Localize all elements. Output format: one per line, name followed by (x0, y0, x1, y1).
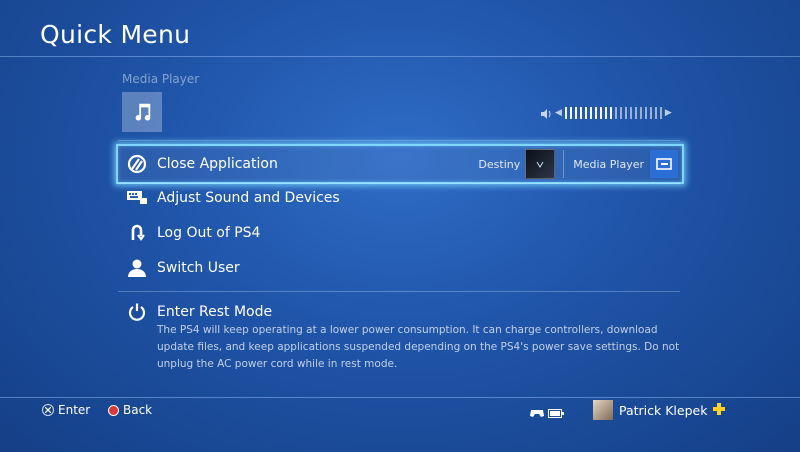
close-application-icon (118, 154, 156, 174)
user-icon (118, 258, 156, 278)
speaker-icon (540, 104, 552, 123)
battery-icon (548, 403, 564, 422)
cross-button-icon (42, 404, 54, 416)
volume-bars (564, 107, 662, 119)
user-profile[interactable]: Patrick Klepek (593, 399, 726, 421)
volume-bar (659, 107, 662, 119)
close-application-label: Close Application (157, 156, 278, 172)
rest-mode-label: Enter Rest Mode (157, 304, 273, 320)
enter-label: Enter (58, 403, 91, 417)
app-name-media-player: Media Player (573, 157, 644, 171)
volume-bar (564, 107, 567, 119)
footer-divider (0, 397, 800, 398)
running-apps: Destiny Media Player (478, 146, 682, 182)
volume-bar (619, 107, 622, 119)
media-player-icon[interactable] (650, 150, 678, 178)
app-name-destiny: Destiny (478, 157, 521, 171)
volume-slider[interactable]: ◀ ▶ (540, 106, 672, 120)
power-icon (118, 302, 156, 322)
enter-hint[interactable]: Enter (42, 402, 90, 418)
divider (118, 291, 680, 292)
rest-mode-item[interactable]: Enter Rest Mode The PS4 will keep operat… (118, 303, 680, 373)
divider (118, 140, 680, 141)
log-out-label: Log Out of PS4 (157, 225, 261, 241)
switch-user-label: Switch User (157, 260, 240, 276)
media-player-label: Media Player (122, 72, 200, 86)
volume-bar (589, 107, 592, 119)
volume-bar (629, 107, 632, 119)
adjust-sound-item[interactable]: Adjust Sound and Devices (118, 180, 680, 216)
log-out-item[interactable]: Log Out of PS4 (118, 215, 680, 251)
volume-bar (579, 107, 582, 119)
header-divider (0, 56, 800, 57)
volume-bar (654, 107, 657, 119)
controller-icon (530, 403, 544, 422)
volume-bar (574, 107, 577, 119)
close-application-item[interactable]: Close Application Destiny Media Player (116, 144, 684, 184)
volume-right-arrow-icon[interactable]: ▶ (665, 108, 672, 118)
volume-bar (634, 107, 637, 119)
destiny-thumbnail[interactable] (525, 149, 556, 179)
volume-bar (644, 107, 647, 119)
avatar (593, 400, 613, 420)
back-label: Back (123, 403, 153, 417)
page-title: Quick Menu (40, 20, 191, 49)
circle-button-icon (108, 404, 119, 416)
adjust-sound-label: Adjust Sound and Devices (157, 190, 340, 206)
user-name: Patrick Klepek (619, 402, 708, 418)
ps-plus-icon (712, 402, 726, 419)
switch-user-item[interactable]: Switch User (118, 250, 680, 286)
volume-bar (599, 107, 602, 119)
volume-bar (594, 107, 597, 119)
volume-bar (624, 107, 627, 119)
volume-bar (584, 107, 587, 119)
controller-status (530, 403, 564, 422)
volume-bar (614, 107, 617, 119)
music-note-icon[interactable] (122, 92, 162, 132)
rest-mode-description: The PS4 will keep operating at a lower p… (157, 324, 680, 370)
keyboard-headset-icon (118, 189, 156, 207)
volume-left-arrow-icon[interactable]: ◀ (555, 108, 562, 118)
volume-bar (604, 107, 607, 119)
volume-bar (649, 107, 652, 119)
log-out-icon (118, 223, 156, 243)
back-hint[interactable]: Back (108, 402, 152, 418)
apps-divider (563, 150, 565, 178)
volume-bar (569, 107, 572, 119)
volume-bar (609, 107, 612, 119)
volume-bar (639, 107, 642, 119)
